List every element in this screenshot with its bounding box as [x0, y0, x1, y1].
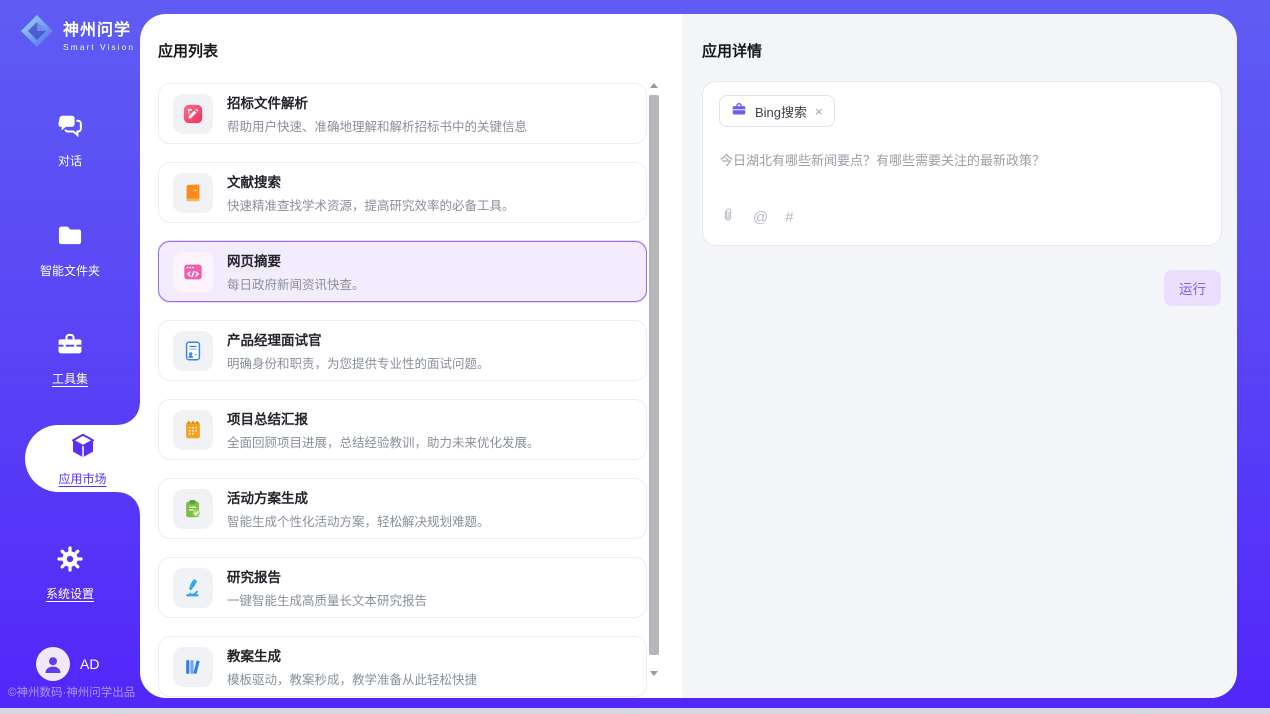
toolbox-icon	[56, 330, 84, 363]
prompt-card: Bing搜索 × 今日湖北有哪些新闻要点？有哪些需要关注的最新政策？ @ #	[702, 81, 1222, 246]
scrollbar[interactable]	[649, 83, 660, 683]
hash-icon[interactable]: #	[785, 209, 793, 226]
sidebar-item-label: 工具集	[52, 370, 88, 387]
app-desc: 明确身份和职责，为您提供专业性的面试问题。	[227, 353, 490, 372]
sidebar-item-app-market-active[interactable]: 应用市场	[25, 425, 140, 492]
notepad-icon	[173, 410, 213, 450]
sidebar-item-label: 系统设置	[46, 585, 94, 602]
scrollbar-down-arrow[interactable]	[650, 671, 658, 676]
interview-doc-icon	[173, 331, 213, 371]
app-desc: 每日政府新闻资讯快查。	[227, 274, 365, 293]
app-detail-title: 应用详情	[702, 40, 762, 61]
main-content: 应用列表 招标文件解析 帮助用户快速、准确地理解	[140, 14, 1237, 698]
clipboard-check-icon	[173, 489, 213, 529]
attachment-toolbar: @ #	[720, 206, 794, 229]
sidebar-item-label: 智能文件夹	[40, 262, 100, 279]
tool-tag-bing-search[interactable]: Bing搜索 ×	[719, 95, 835, 127]
tool-tag-label: Bing搜索	[755, 102, 807, 121]
close-icon[interactable]: ×	[815, 105, 823, 118]
app-card-research-report[interactable]: 研究报告 一键智能生成高质量长文本研究报告	[158, 557, 647, 618]
attachment-icon[interactable]	[720, 206, 736, 229]
bid-edit-icon	[173, 94, 213, 134]
app-desc: 一键智能生成高质量长文本研究报告	[227, 590, 427, 609]
sidebar-item-chat[interactable]: 对话	[0, 112, 140, 169]
app-window: 神州问学 Smart Vision 对话 智能文件夹	[0, 0, 1270, 714]
app-name: 文献搜索	[227, 171, 515, 191]
app-desc: 帮助用户快速、准确地理解和解析招标书中的关键信息	[227, 116, 527, 135]
books-icon	[173, 647, 213, 687]
app-card-lesson-plan[interactable]: 教案生成 模板驱动，教案秒成，教学准备从此轻松快捷	[158, 636, 647, 697]
sidebar-item-label: 应用市场	[58, 470, 106, 487]
scrollbar-thumb[interactable]	[649, 95, 659, 655]
folder-icon	[56, 222, 84, 255]
briefcase-icon	[731, 101, 747, 122]
logo-title: 神州问学	[63, 16, 135, 40]
app-list-section: 应用列表 招标文件解析 帮助用户快速、准确地理解	[140, 14, 682, 698]
app-card-literature-search[interactable]: 文献搜索 快速精准查找学术资源，提高研究效率的必备工具。	[158, 162, 647, 223]
app-card-pm-interviewer[interactable]: 产品经理面试官 明确身份和职责，为您提供专业性的面试问题。	[158, 320, 647, 381]
app-name: 活动方案生成	[227, 487, 490, 507]
app-name: 产品经理面试官	[227, 329, 490, 349]
app-list-title: 应用列表	[158, 40, 218, 61]
query-input[interactable]: 今日湖北有哪些新闻要点？有哪些需要关注的最新政策？	[720, 150, 1205, 169]
app-detail-section: 应用详情 Bing搜索 × 今日湖北有哪些新闻要点？有哪些需要关注的最新政策？	[682, 14, 1237, 698]
run-button[interactable]: 运行	[1164, 270, 1221, 306]
app-card-webpage-summary-selected[interactable]: 网页摘要 每日政府新闻资讯快查。	[158, 241, 647, 302]
scrollbar-up-arrow[interactable]	[650, 83, 658, 88]
app-name: 教案生成	[227, 645, 477, 665]
app-desc: 快速精准查找学术资源，提高研究效率的必备工具。	[227, 195, 515, 214]
sidebar-item-toolset[interactable]: 工具集	[0, 330, 140, 387]
avatar	[36, 647, 70, 681]
sidebar-item-smart-folder[interactable]: 智能文件夹	[0, 222, 140, 279]
cube-icon	[68, 431, 98, 466]
app-desc: 智能生成个性化活动方案，轻松解决规划难题。	[227, 511, 490, 530]
sidebar-item-label: 对话	[58, 152, 82, 169]
logo: 神州问学 Smart Vision	[18, 12, 135, 55]
copyright-text: ©神州数码·神州问学出品	[8, 684, 142, 700]
app-desc: 模板驱动，教案秒成，教学准备从此轻松快捷	[227, 669, 477, 688]
logo-subtitle: Smart Vision	[63, 42, 135, 52]
app-name: 项目总结汇报	[227, 408, 540, 428]
sidebar-item-settings[interactable]: 系统设置	[0, 545, 140, 602]
sidebar: 神州问学 Smart Vision 对话 智能文件夹	[0, 0, 140, 714]
app-name: 网页摘要	[227, 250, 365, 270]
app-name: 研究报告	[227, 566, 427, 586]
chat-icon	[56, 112, 84, 145]
gear-icon	[56, 545, 84, 578]
user-account[interactable]: AD	[36, 647, 99, 681]
app-card-event-plan[interactable]: 活动方案生成 智能生成个性化活动方案，轻松解决规划难题。	[158, 478, 647, 539]
mention-icon[interactable]: @	[753, 209, 768, 226]
user-name: AD	[80, 656, 99, 672]
app-desc: 全面回顾项目进展，总结经验教训，助力未来优化发展。	[227, 432, 540, 451]
bottom-strip	[0, 708, 1270, 714]
app-list: 招标文件解析 帮助用户快速、准确地理解和解析招标书中的关键信息	[158, 83, 647, 698]
webpage-code-icon	[173, 252, 213, 292]
app-name: 招标文件解析	[227, 92, 527, 112]
app-card-project-summary[interactable]: 项目总结汇报 全面回顾项目进展，总结经验教训，助力未来优化发展。	[158, 399, 647, 460]
microscope-icon	[173, 568, 213, 608]
book-icon	[173, 173, 213, 213]
app-card-bid-parsing[interactable]: 招标文件解析 帮助用户快速、准确地理解和解析招标书中的关键信息	[158, 83, 647, 144]
logo-diamond-icon	[18, 12, 56, 55]
